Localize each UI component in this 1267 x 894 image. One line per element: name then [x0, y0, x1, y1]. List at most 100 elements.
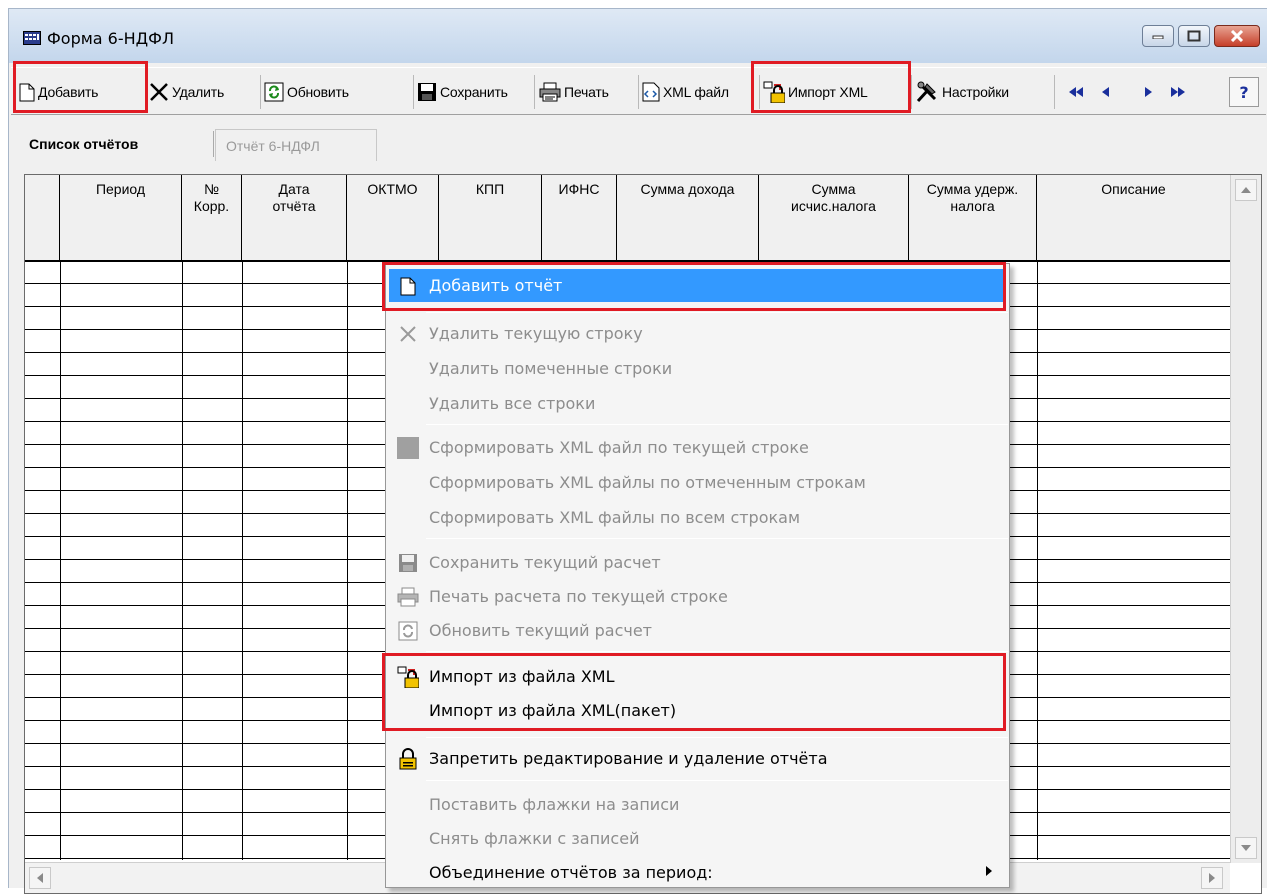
window-controls — [1142, 25, 1260, 47]
print-button-label: Печать — [564, 84, 609, 100]
column-header[interactable]: Период — [60, 175, 182, 262]
xml-file-button[interactable]: XML файл — [642, 75, 760, 109]
menu-item-print-current[interactable]: Печать расчета по текущей строке — [389, 580, 1006, 613]
menu-item-set-flags[interactable]: Поставить флажки на записи — [389, 788, 1006, 821]
menu-item-label: Удалить текущую строку — [429, 324, 643, 343]
add-button[interactable]: Добавить — [19, 75, 146, 109]
settings-button-label: Настройки — [942, 84, 1009, 100]
menu-item-label: Сформировать XML файл по текущей строке — [429, 438, 809, 457]
submenu-arrow-icon — [986, 866, 992, 876]
double-right-arrow-icon — [1171, 87, 1185, 97]
menu-separator — [426, 651, 1008, 652]
menu-separator — [426, 737, 1008, 738]
new-document-icon — [19, 83, 35, 101]
menu-item-refresh-current[interactable]: Обновить текущий расчет — [389, 614, 1006, 647]
menu-item-label: Обновить текущий расчет — [429, 621, 652, 640]
padlock-icon — [397, 748, 419, 770]
title-bar: Форма 6-НДФЛ — [9, 9, 1267, 63]
menu-separator — [426, 312, 1008, 313]
delete-cross-icon — [150, 83, 168, 101]
record-navigator: ? — [1061, 75, 1261, 109]
help-button[interactable]: ? — [1229, 77, 1259, 107]
grid-header: Период № Корр. Дата отчёта ОКТМО КПП ИФНС … — [25, 175, 1230, 262]
delete-cross-icon — [397, 323, 419, 345]
scroll-left-icon — [37, 873, 43, 883]
menu-item-add-report[interactable]: Добавить отчёт — [389, 269, 1006, 302]
tab-report-6ndfl[interactable]: Отчёт 6-НДФЛ — [215, 129, 377, 161]
maximize-button[interactable] — [1178, 25, 1210, 47]
toolbar: Добавить Удалить Обновить Сохранить Печа… — [11, 67, 1266, 115]
scroll-left-button[interactable] — [29, 867, 51, 889]
scroll-down-icon — [1241, 845, 1251, 851]
first-record-button[interactable] — [1061, 77, 1091, 107]
context-menu: Добавить отчёт Удалить текущую строку Уд… — [385, 263, 1010, 888]
maximize-icon — [1187, 30, 1201, 42]
column-header[interactable]: Описание — [1037, 175, 1230, 262]
menu-item-label: Удалить все строки — [429, 394, 596, 413]
column-header[interactable]: Сумма исчис.налога — [759, 175, 909, 262]
save-button-label: Сохранить — [440, 84, 508, 100]
add-button-label: Добавить — [38, 84, 99, 100]
menu-item-label: Запретить редактирование и удаление отчё… — [429, 749, 828, 768]
menu-item-label: Печать расчета по текущей строке — [429, 587, 728, 606]
column-header[interactable]: Сумма удерж. налога — [909, 175, 1037, 262]
menu-item-import-xml[interactable]: Импорт из файла XML — [389, 660, 1006, 693]
tab-report-list[interactable]: Список отчётов — [21, 125, 211, 163]
menu-item-label: Импорт из файла XML — [429, 667, 615, 686]
settings-button[interactable]: Настройки — [915, 75, 1055, 109]
menu-separator — [426, 780, 1008, 781]
menu-item-save-current[interactable]: Сохранить текущий расчет — [389, 546, 1006, 579]
menu-item-xml-all[interactable]: Сформировать XML файлы по всем строкам — [389, 501, 1006, 534]
right-arrow-icon — [1145, 87, 1152, 97]
app-icon — [23, 31, 41, 49]
menu-item-label: Поставить флажки на записи — [429, 795, 680, 814]
column-header[interactable]: № Корр. — [182, 175, 242, 262]
menu-item-xml-marked[interactable]: Сформировать XML файлы по отмеченным стр… — [389, 466, 1006, 499]
save-button[interactable]: Сохранить — [417, 75, 535, 109]
scroll-right-icon — [1209, 873, 1215, 883]
menu-item-merge-reports[interactable]: Объединение отчётов за период: — [389, 856, 1006, 889]
column-header[interactable]: Сумма дохода — [617, 175, 759, 262]
import-xml-button[interactable]: Импорт XML — [763, 75, 912, 109]
next-record-button[interactable] — [1133, 77, 1163, 107]
menu-item-delete-current[interactable]: Удалить текущую строку — [389, 317, 1006, 350]
minimize-button[interactable] — [1142, 25, 1174, 47]
scroll-up-button[interactable] — [1235, 179, 1257, 201]
close-button[interactable] — [1214, 25, 1260, 47]
menu-item-label: Импорт из файла XML(пакет) — [429, 701, 677, 720]
menu-item-label: Снять флажки с записей — [429, 829, 640, 848]
prior-record-button[interactable] — [1091, 77, 1121, 107]
scroll-right-button[interactable] — [1201, 867, 1223, 889]
refresh-icon — [264, 82, 284, 102]
last-record-button[interactable] — [1163, 77, 1193, 107]
menu-item-delete-all[interactable]: Удалить все строки — [389, 387, 1006, 420]
menu-item-clear-flags[interactable]: Снять флажки с записей — [389, 822, 1006, 855]
menu-item-label: Сформировать XML файлы по всем строкам — [429, 508, 801, 527]
print-button[interactable]: Печать — [539, 75, 639, 109]
new-document-icon — [397, 275, 419, 297]
column-header[interactable]: КПП — [439, 175, 542, 262]
xml-block-icon — [397, 437, 419, 459]
left-arrow-icon — [1102, 87, 1109, 97]
menu-separator — [426, 538, 1008, 539]
scroll-down-button[interactable] — [1235, 837, 1257, 859]
menu-item-lock-report[interactable]: Запретить редактирование и удаление отчё… — [389, 742, 1006, 775]
vertical-scrollbar[interactable] — [1230, 175, 1261, 863]
menu-item-delete-marked[interactable]: Удалить помеченные строки — [389, 352, 1006, 385]
menu-item-label: Удалить помеченные строки — [429, 359, 673, 378]
menu-item-import-xml-batch[interactable]: Импорт из файла XML(пакет) — [389, 694, 1006, 727]
floppy-disk-icon — [418, 83, 436, 101]
delete-button[interactable]: Удалить — [149, 75, 261, 109]
refresh-button[interactable]: Обновить — [264, 75, 414, 109]
indicator-column-header — [25, 175, 60, 262]
import-lock-icon — [397, 666, 419, 688]
column-header[interactable]: ОКТМО — [347, 175, 439, 262]
column-header[interactable]: Дата отчёта — [242, 175, 347, 262]
menu-item-xml-current[interactable]: Сформировать XML файл по текущей строке — [389, 431, 1006, 464]
import-lock-icon — [763, 81, 785, 103]
column-header[interactable]: ИФНС — [542, 175, 617, 262]
xml-document-icon — [642, 82, 660, 102]
printer-icon — [397, 586, 419, 608]
xml-file-button-label: XML файл — [663, 84, 729, 100]
double-left-arrow-icon — [1069, 87, 1083, 97]
